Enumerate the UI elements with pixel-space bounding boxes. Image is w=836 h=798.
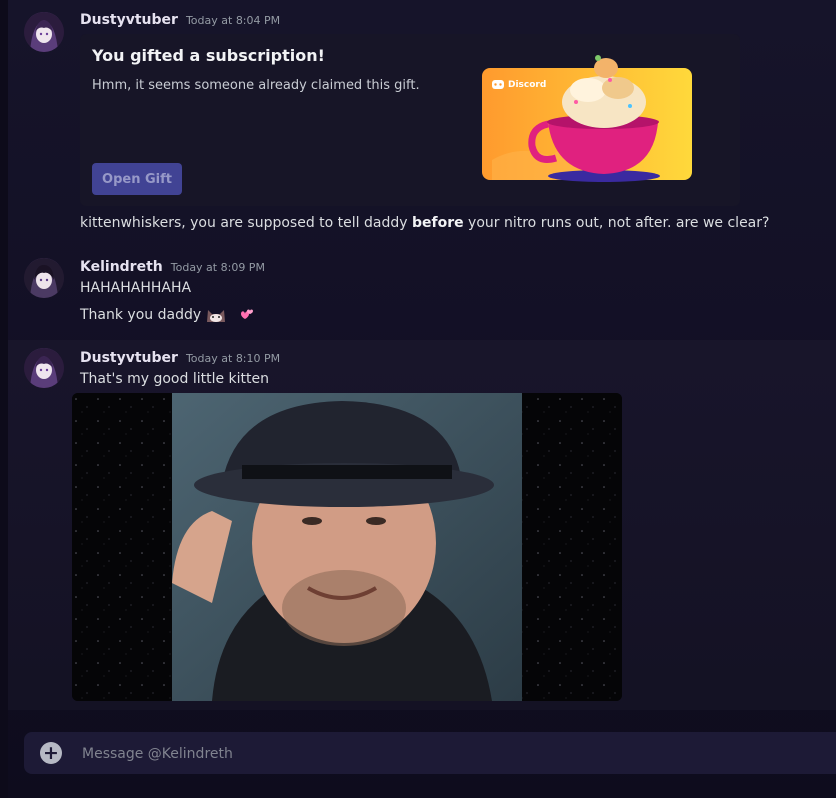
username[interactable]: Dustyvtuber (80, 350, 178, 366)
gift-subtitle: Hmm, it seems someone already claimed th… (92, 78, 420, 93)
cat-emoji (205, 306, 227, 324)
gift-card-artwork: Discord (480, 40, 694, 192)
discord-logo-icon (492, 80, 504, 89)
message-group: Dustyvtuber Today at 8:04 PM You gifted … (8, 0, 836, 245)
message-content: Thank you daddy (80, 306, 257, 324)
message-composer: + (24, 732, 836, 776)
message-text: your nitro runs out, not after. are we c… (463, 215, 770, 231)
message-text: Thank you daddy (80, 307, 202, 323)
avatar[interactable] (24, 12, 64, 52)
message-timestamp: Today at 8:09 PM (170, 261, 265, 274)
message-text: HAHAHAHHAHA (80, 280, 192, 296)
add-attachment-icon[interactable]: + (40, 742, 62, 764)
image-attachment[interactable] (72, 393, 622, 701)
username[interactable]: Dustyvtuber (80, 12, 178, 28)
open-gift-button[interactable]: Open Gift (92, 163, 182, 195)
gift-embed: You gifted a subscription! Hmm, it seems… (80, 34, 740, 206)
message-bold-text: before (411, 215, 464, 231)
avatar[interactable] (24, 348, 64, 388)
two-hearts-emoji (235, 306, 257, 324)
message-text: That's my good little kitten (80, 371, 269, 387)
message-content: kittenwhiskers, you are supposed to tell… (80, 215, 769, 231)
message-input[interactable] (80, 732, 824, 776)
gift-title: You gifted a subscription! (92, 46, 325, 65)
message-text: kittenwhiskers, you are supposed to tell… (80, 215, 412, 231)
gift-card-brand: Discord (508, 80, 547, 90)
message-timestamp: Today at 8:10 PM (185, 352, 281, 365)
avatar[interactable] (24, 258, 64, 298)
message-timestamp: Today at 8:04 PM (185, 14, 281, 27)
username[interactable]: Kelindreth (80, 259, 163, 275)
left-edge-divider (0, 0, 8, 798)
message-group: Kelindreth Today at 8:09 PM HAHAHAHHAHA … (8, 245, 836, 340)
